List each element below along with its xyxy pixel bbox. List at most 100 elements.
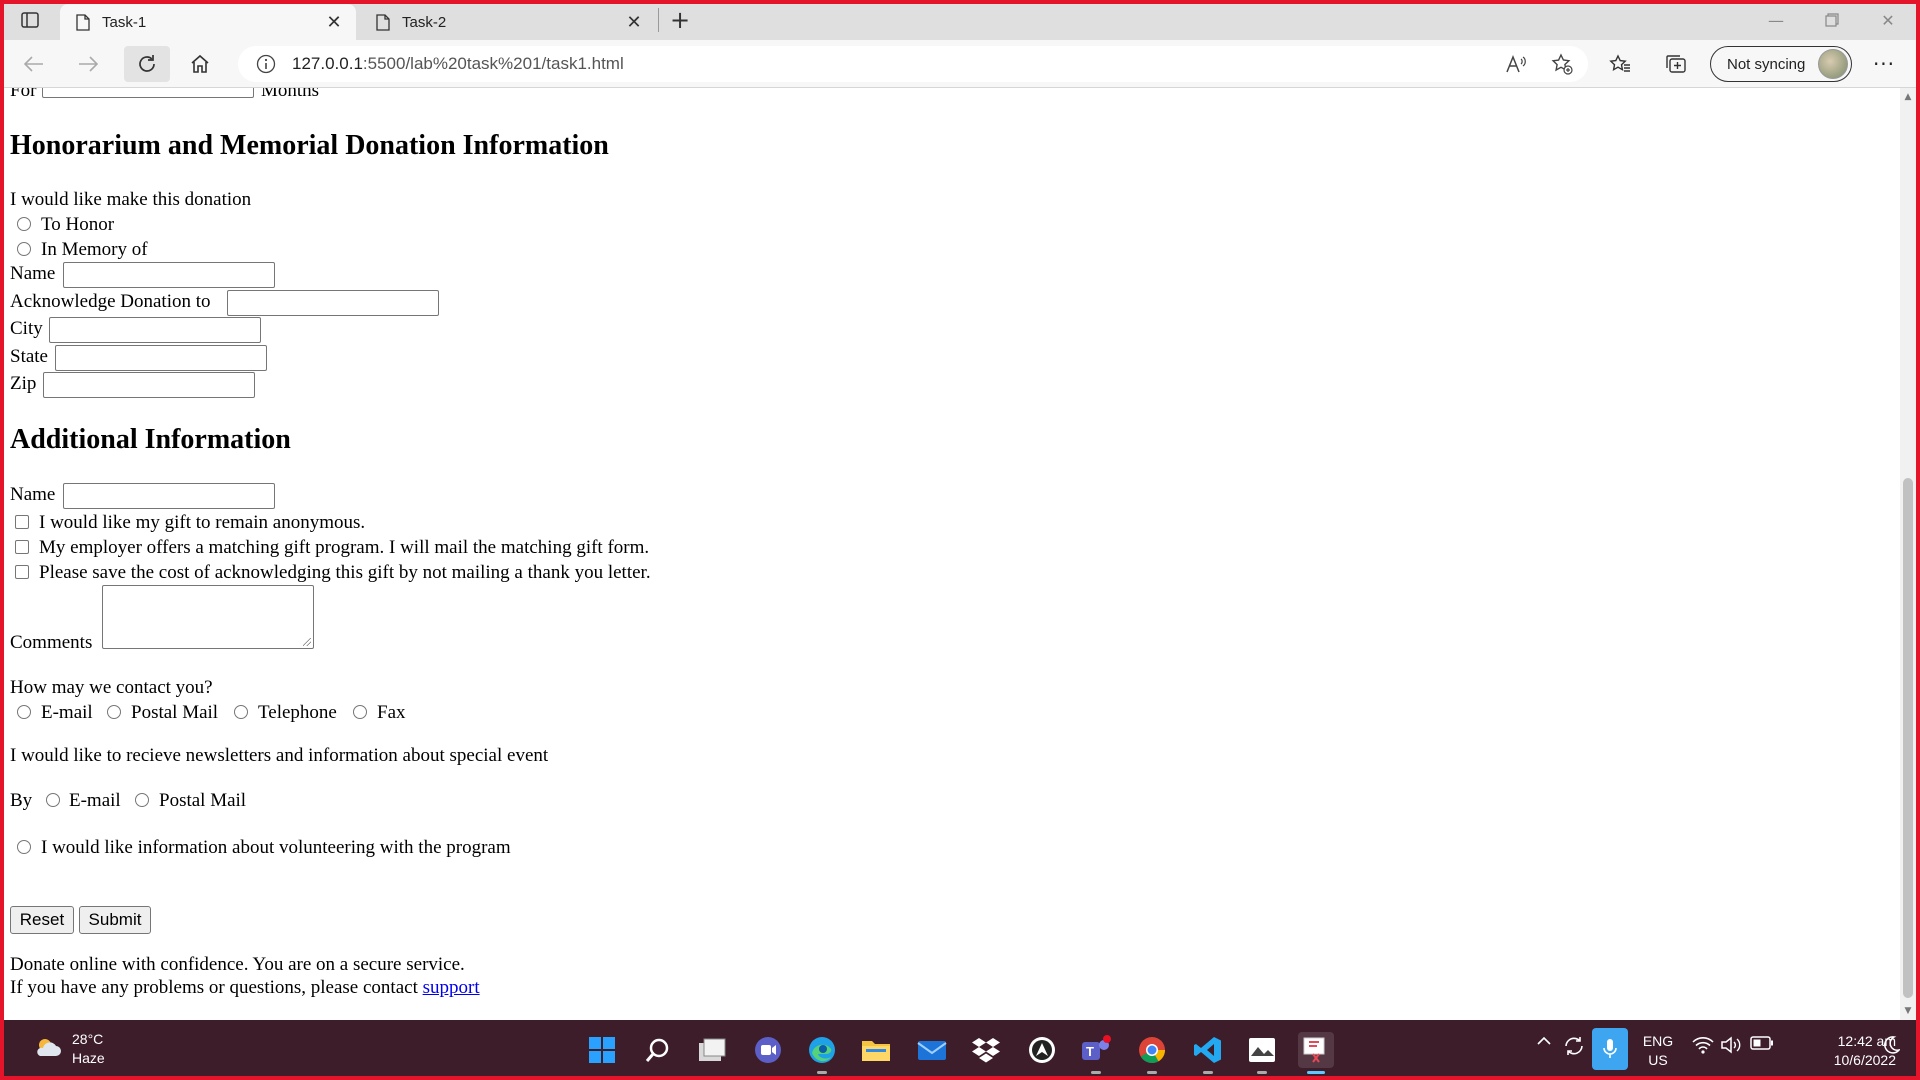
- app-launcher-icon[interactable]: [1024, 1032, 1060, 1068]
- contact-telephone-radio[interactable]: [234, 705, 248, 719]
- newsletter-postal-radio[interactable]: [135, 793, 149, 807]
- microphone-icon[interactable]: [1592, 1028, 1628, 1070]
- active-indicator: [1307, 1071, 1325, 1074]
- contact-postal-radio[interactable]: [107, 705, 121, 719]
- tab-divider: [658, 8, 659, 32]
- page-scrollbar[interactable]: ▲ ▼: [1900, 88, 1916, 1020]
- honorarium-heading: Honorarium and Memorial Donation Informa…: [10, 130, 609, 161]
- zip-input[interactable]: [43, 372, 255, 398]
- reset-button[interactable]: Reset: [10, 906, 74, 934]
- scroll-down-icon[interactable]: ▼: [1900, 1004, 1916, 1018]
- anonymous-checkbox[interactable]: [15, 515, 29, 529]
- employer-match-checkbox[interactable]: [15, 540, 29, 554]
- comments-label: Comments: [10, 632, 93, 653]
- minimize-icon[interactable]: —: [1748, 0, 1804, 40]
- running-indicator: [1203, 1071, 1213, 1074]
- read-aloud-icon[interactable]: [1498, 46, 1534, 82]
- svg-text:T: T: [1086, 1044, 1094, 1059]
- dropbox-icon[interactable]: [968, 1032, 1004, 1068]
- honoree-name-label: Name: [10, 263, 56, 284]
- task-view-icon[interactable]: [694, 1032, 730, 1068]
- in-memory-label: In Memory of: [41, 239, 148, 260]
- address-bar-row: 127.0.0.1:5500/lab%20task%201/task1.html…: [0, 40, 1920, 88]
- state-input[interactable]: [55, 345, 267, 371]
- language-indicator[interactable]: ENG US: [1640, 1032, 1676, 1070]
- close-tab-icon[interactable]: ✕: [620, 8, 648, 36]
- honoree-name-input[interactable]: [63, 262, 275, 288]
- sync-status-icon[interactable]: [1562, 1036, 1586, 1056]
- state-label: State: [10, 346, 48, 367]
- tab-task-2[interactable]: Task-2 ✕: [360, 4, 656, 40]
- contact-fax-radio[interactable]: [353, 705, 367, 719]
- battery-icon[interactable]: [1750, 1036, 1774, 1050]
- image-viewer-icon[interactable]: [1244, 1032, 1280, 1074]
- more-options-icon[interactable]: ···: [1864, 46, 1904, 82]
- close-window-icon[interactable]: ✕: [1860, 0, 1916, 40]
- newsletter-email-radio[interactable]: [46, 793, 60, 807]
- weather-description: Haze: [72, 1050, 105, 1066]
- contact-email-label: E-mail: [41, 702, 93, 723]
- weather-temperature: 28°C: [72, 1031, 104, 1047]
- tab-actions-icon[interactable]: [10, 6, 50, 34]
- windows-start-icon[interactable]: [584, 1032, 620, 1068]
- wifi-icon[interactable]: [1692, 1036, 1714, 1054]
- support-link[interactable]: support: [423, 977, 480, 998]
- submit-button[interactable]: Submit: [79, 906, 151, 934]
- close-tab-icon[interactable]: ✕: [320, 8, 348, 36]
- months-input[interactable]: [42, 88, 254, 98]
- scrollbar-thumb[interactable]: [1903, 478, 1913, 998]
- additional-name-label: Name: [10, 484, 56, 505]
- collections-icon[interactable]: [1656, 46, 1696, 82]
- months-suffix: Months: [261, 88, 320, 101]
- profile-sync-button[interactable]: Not syncing: [1710, 46, 1852, 82]
- favorites-icon[interactable]: [1600, 46, 1640, 82]
- home-icon[interactable]: [180, 46, 220, 82]
- footer-line-1: Donate online with confidence. You are o…: [10, 954, 465, 975]
- tab-task-1[interactable]: Task-1 ✕: [60, 4, 356, 40]
- to-honor-radio[interactable]: [17, 217, 31, 231]
- vscode-icon[interactable]: [1190, 1032, 1226, 1074]
- newsletter-postal-label: Postal Mail: [159, 790, 247, 811]
- url-path: :5500/lab%20task%201/task1.html: [362, 54, 624, 73]
- file-explorer-icon[interactable]: [858, 1032, 894, 1068]
- mail-icon[interactable]: [914, 1032, 950, 1068]
- additional-name-input[interactable]: [63, 483, 275, 509]
- resize-grip-icon[interactable]: [303, 638, 311, 646]
- site-info-icon[interactable]: [256, 54, 276, 74]
- url-text: 127.0.0.1:5500/lab%20task%201/task1.html: [292, 54, 1588, 74]
- chrome-icon[interactable]: [1134, 1032, 1170, 1074]
- language-code: ENG: [1642, 1033, 1674, 1049]
- comments-textarea[interactable]: [102, 585, 314, 649]
- footer-line-2-text: If you have any problems or questions, p…: [10, 977, 418, 998]
- in-memory-radio[interactable]: [17, 242, 31, 256]
- refresh-icon[interactable]: [124, 46, 170, 82]
- city-input[interactable]: [49, 317, 261, 343]
- search-icon[interactable]: [640, 1032, 676, 1068]
- acknowledge-input[interactable]: [227, 290, 439, 316]
- volunteer-radio[interactable]: [17, 840, 31, 854]
- avatar: [1818, 49, 1848, 79]
- contact-telephone-label: Telephone: [258, 702, 337, 723]
- snipping-tool-icon[interactable]: [1298, 1032, 1334, 1074]
- teams-chat-icon[interactable]: [750, 1032, 786, 1068]
- running-indicator: [817, 1071, 827, 1074]
- contact-fax-label: Fax: [377, 702, 406, 723]
- running-indicator: [1257, 1071, 1267, 1074]
- scroll-up-icon[interactable]: ▲: [1900, 90, 1916, 104]
- address-bar[interactable]: 127.0.0.1:5500/lab%20task%201/task1.html: [238, 46, 1588, 82]
- forward-icon[interactable]: [68, 46, 108, 82]
- no-letter-checkbox[interactable]: [15, 565, 29, 579]
- new-tab-button[interactable]: +: [664, 6, 696, 34]
- show-hidden-icons-chevron-icon[interactable]: [1534, 1036, 1554, 1046]
- restore-icon[interactable]: [1804, 0, 1860, 40]
- edge-browser-icon[interactable]: [804, 1032, 840, 1074]
- contact-email-radio[interactable]: [17, 705, 31, 719]
- tab-title: Task-2: [402, 13, 447, 31]
- contact-postal-label: Postal Mail: [131, 702, 219, 723]
- add-favorite-icon[interactable]: [1544, 46, 1580, 82]
- weather-widget[interactable]: 28°C Haze: [34, 1030, 105, 1068]
- teams-icon[interactable]: T: [1078, 1032, 1114, 1074]
- volume-icon[interactable]: [1720, 1036, 1742, 1054]
- notifications-moon-icon[interactable]: [1880, 1036, 1902, 1054]
- back-icon[interactable]: [14, 46, 54, 82]
